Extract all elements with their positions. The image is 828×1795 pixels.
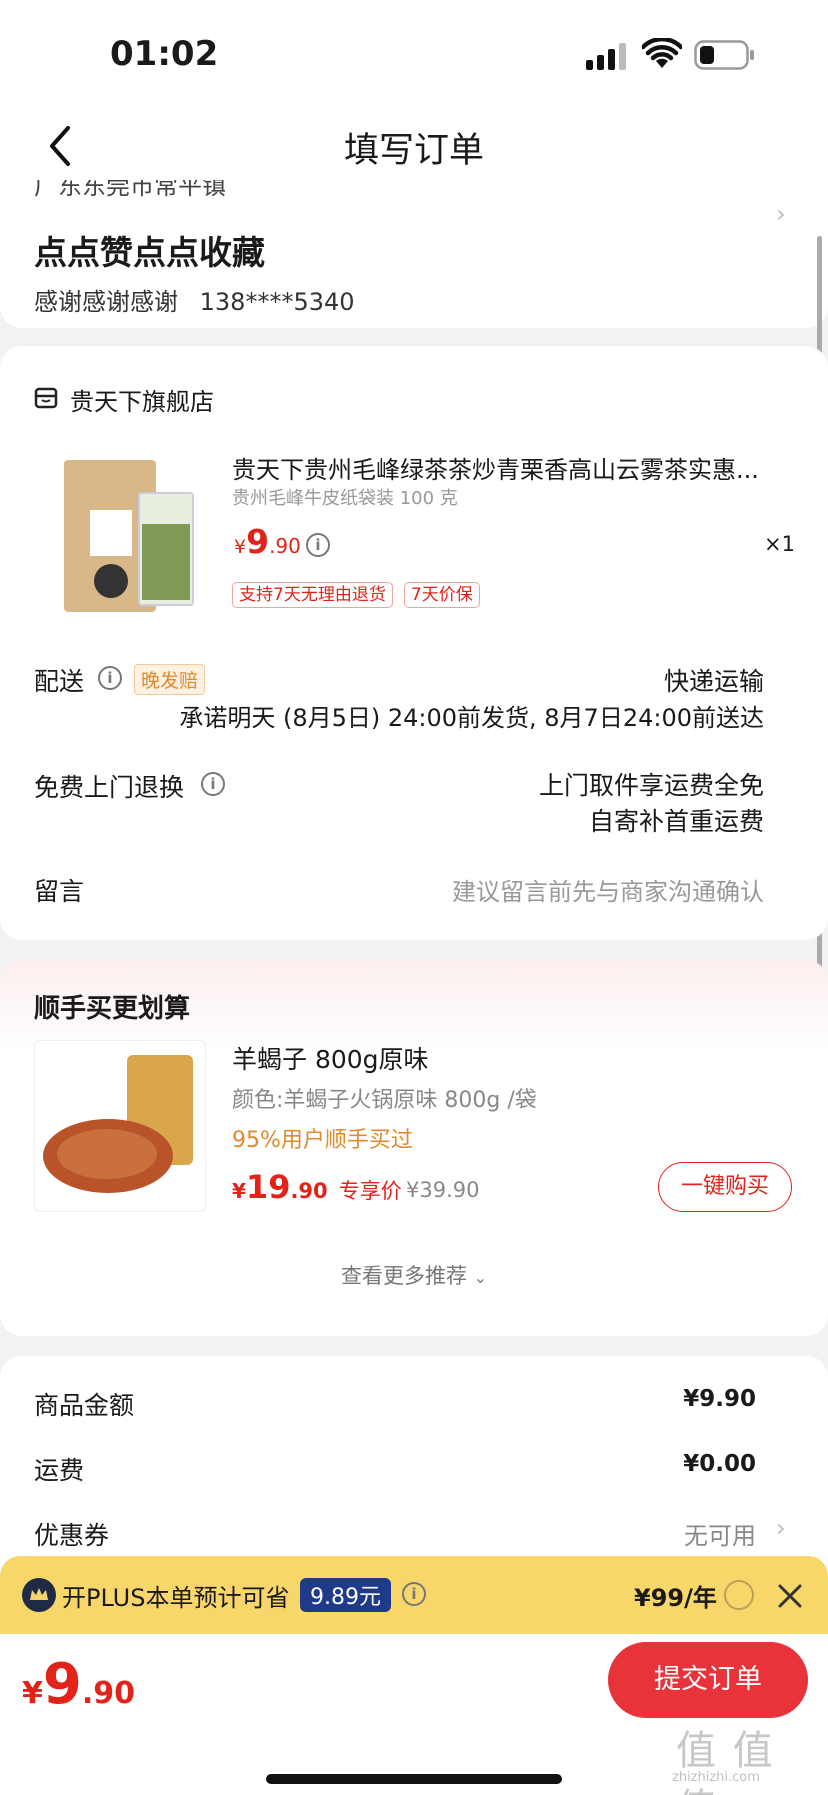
recipient-name: 感谢感谢感谢 bbox=[34, 288, 178, 316]
tag-price-protect: 7天价保 bbox=[403, 582, 480, 608]
store-icon bbox=[34, 386, 58, 410]
close-icon[interactable] bbox=[776, 1582, 804, 1610]
signal-icon bbox=[586, 42, 630, 70]
chevron-down-icon: ⌄ bbox=[473, 1268, 488, 1287]
shipping-value: ¥0.00 bbox=[683, 1451, 756, 1477]
plus-promo-bar[interactable]: 开PLUS本单预计可省 9.89元 i ¥99/年 bbox=[0, 1556, 828, 1634]
status-bar: 01:02 bbox=[0, 0, 828, 100]
plus-select-radio[interactable] bbox=[724, 1580, 754, 1610]
tag-return: 支持7天无理由退货 bbox=[232, 582, 393, 608]
product-tags: 支持7天无理由退货 7天价保 bbox=[232, 582, 480, 608]
submit-order-button[interactable]: 提交订单 bbox=[608, 1642, 808, 1718]
recommend-title: 顺手买更划算 bbox=[34, 994, 191, 1024]
wifi-icon bbox=[640, 36, 684, 70]
total-price: ¥9.90 bbox=[22, 1652, 135, 1717]
watermark-url: zhizhizhi.com bbox=[672, 1770, 760, 1785]
see-more-recommend[interactable]: 查看更多推荐 ⌄ bbox=[0, 1260, 828, 1290]
delivery-info-icon[interactable]: i bbox=[98, 666, 122, 690]
product-qty: ×1 bbox=[764, 532, 795, 556]
coupon-label: 优惠券 bbox=[34, 1521, 110, 1550]
goods-amount-label: 商品金额 bbox=[34, 1391, 135, 1420]
home-indicator bbox=[266, 1774, 562, 1784]
shipping-label: 运费 bbox=[34, 1456, 85, 1485]
product-image[interactable] bbox=[34, 446, 204, 616]
delivery-method[interactable]: 快递运输 bbox=[664, 662, 764, 698]
plus-price: ¥99/年 bbox=[634, 1584, 717, 1612]
goods-amount-value: ¥9.90 bbox=[683, 1386, 756, 1412]
product-spec: 贵州毛峰牛皮纸袋装 100 克 bbox=[232, 488, 458, 509]
returns-label: 免费上门退换 bbox=[34, 773, 185, 802]
price-info-icon[interactable]: i bbox=[306, 533, 330, 557]
delivery-promise: 承诺明天 (8月5日) 24:00前发货, 8月7日24:00前送达 bbox=[179, 704, 764, 732]
recommend-item-spec: 颜色:羊蝎子火锅原味 800g /袋 bbox=[232, 1088, 537, 1113]
returns-line1: 上门取件享运费全免 bbox=[538, 771, 764, 800]
note-label: 留言 bbox=[34, 877, 85, 906]
footer-bar: ¥9.90 提交订单 值 值 值 zhizhizhi.com bbox=[0, 1634, 828, 1795]
nav-header: 填写订单 bbox=[0, 100, 828, 192]
address-card[interactable]: 广东东莞市常平镇 点点赞点点收藏 感谢感谢感谢 138****5340 › bbox=[0, 180, 828, 328]
recommend-orig-price: ¥39.90 bbox=[406, 1178, 480, 1202]
late-compensation-badge: 晚发赔 bbox=[134, 664, 206, 695]
note-input[interactable]: 建议留言前先与商家沟通确认 bbox=[452, 872, 764, 907]
recommend-card: 顺手买更划算 羊蝎子 800g原味 颜色:羊蝎子火锅原味 800g /袋 95%… bbox=[0, 960, 828, 1336]
chevron-right-icon: › bbox=[776, 200, 786, 228]
one-click-buy-button[interactable]: 一键购买 bbox=[658, 1162, 792, 1212]
plus-save-badge: 9.89元 bbox=[300, 1578, 391, 1612]
recommend-image[interactable] bbox=[34, 1040, 206, 1212]
plus-text: 开PLUS本单预计可省 bbox=[62, 1584, 290, 1612]
address-line: 广东东莞市常平镇 bbox=[34, 180, 226, 200]
delivery-label: 配送 bbox=[34, 667, 85, 696]
status-time: 01:02 bbox=[110, 34, 219, 74]
recommend-item-title[interactable]: 羊蝎子 800g原味 bbox=[232, 1040, 429, 1076]
coupon-value[interactable]: 无可用 bbox=[684, 1516, 756, 1551]
product-title[interactable]: 贵天下贵州毛峰绿茶茶炒青栗香高山云雾茶实惠... bbox=[232, 450, 794, 485]
address-recipient: 感谢感谢感谢 138****5340 bbox=[34, 282, 355, 317]
chevron-right-icon: › bbox=[776, 1514, 786, 1542]
product-price: ¥9.90 bbox=[234, 522, 301, 561]
plus-crown-icon bbox=[22, 1578, 56, 1612]
recommend-social-proof: 95%用户顺手买过 bbox=[232, 1128, 413, 1153]
recommend-price: ¥19.90 专享价 bbox=[232, 1168, 402, 1206]
store-name[interactable]: 贵天下旗舰店 bbox=[70, 382, 214, 417]
returns-info-icon[interactable]: i bbox=[201, 772, 225, 796]
returns-line2: 自寄补首重运费 bbox=[588, 807, 764, 836]
order-card: 贵天下旗舰店 贵天下贵州毛峰绿茶茶炒青栗香高山云雾茶实惠... 贵州毛峰牛皮纸袋… bbox=[0, 346, 828, 940]
recipient-phone: 138****5340 bbox=[199, 288, 355, 316]
battery-icon bbox=[694, 40, 756, 70]
address-title: 点点赞点点收藏 bbox=[34, 233, 265, 272]
page-title: 填写订单 bbox=[343, 131, 484, 171]
plus-info-icon[interactable]: i bbox=[402, 1582, 426, 1606]
